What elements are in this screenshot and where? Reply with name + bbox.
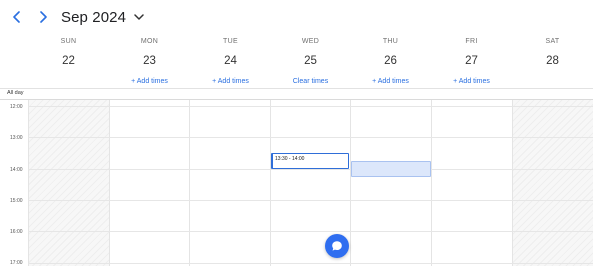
day-date: 23 [143, 55, 156, 67]
chevron-down-icon [134, 14, 144, 20]
day-name: FRI [465, 38, 478, 45]
day-header-thu: THU 26 + Add times [350, 37, 431, 86]
next-week-button[interactable] [34, 8, 52, 26]
day-date: 26 [384, 55, 397, 67]
column-divider [512, 100, 513, 266]
chat-bubble-icon [332, 241, 342, 251]
time-label: 17:00 [10, 260, 23, 266]
hour-line [28, 231, 593, 232]
time-label: 14:00 [10, 167, 23, 173]
add-times-button[interactable]: + Add times [431, 77, 512, 86]
day-header-sat: SAT 28 [512, 37, 593, 68]
day-date: 28 [546, 55, 559, 67]
prev-week-button[interactable] [8, 8, 26, 26]
time-block-label: 13:30 - 14:00 [275, 156, 305, 162]
month-picker-button[interactable] [134, 11, 146, 23]
hover-time-block[interactable] [351, 161, 431, 177]
week-header: SUN 22 MON 23 + Add times TUE 24 + Add t… [28, 37, 593, 89]
all-day-row[interactable]: All day [0, 88, 593, 100]
day-header-sun: SUN 22 [28, 37, 109, 68]
clear-times-button[interactable]: Clear times [270, 77, 351, 86]
hour-line [28, 106, 593, 107]
day-name: THU [382, 38, 399, 45]
day-date: 24 [224, 55, 237, 67]
chat-button[interactable] [325, 234, 349, 258]
column-divider [28, 100, 29, 266]
time-label: 12:00 [10, 104, 23, 110]
weekend-column-sun [28, 100, 109, 266]
add-times-button[interactable]: + Add times [109, 77, 190, 86]
time-label: 13:00 [10, 135, 23, 141]
day-header-tue: TUE 24 + Add times [190, 37, 271, 86]
column-divider [350, 100, 351, 266]
weekend-column-sat [512, 100, 593, 266]
add-times-button[interactable]: + Add times [190, 77, 271, 86]
day-name: SUN [60, 38, 77, 45]
all-day-label: All day [7, 90, 24, 96]
chevron-right-icon [40, 11, 47, 23]
column-divider [431, 100, 432, 266]
add-times-button[interactable]: + Add times [350, 77, 431, 86]
day-name: MON [140, 38, 159, 45]
day-date: 22 [62, 55, 75, 67]
day-header-wed: WED 25 Clear times [270, 37, 351, 86]
column-divider [109, 100, 110, 266]
day-header-mon: MON 23 + Add times [109, 37, 190, 86]
column-divider [270, 100, 271, 266]
hour-line [28, 169, 593, 170]
time-grid[interactable]: 12:00 13:00 14:00 15:00 16:00 17:00 13:3… [0, 100, 593, 266]
column-divider [189, 100, 190, 266]
time-label: 15:00 [10, 198, 23, 204]
day-name: SAT [545, 38, 560, 45]
day-name: TUE [223, 38, 238, 45]
month-label[interactable]: Sep 2024 [61, 9, 126, 26]
day-date: 27 [465, 55, 478, 67]
day-name: WED [301, 38, 320, 45]
chevron-left-icon [13, 11, 20, 23]
time-label: 16:00 [10, 229, 23, 235]
hour-line [28, 137, 593, 138]
selected-time-block[interactable]: 13:30 - 14:00 [271, 153, 349, 169]
calendar-nav: Sep 2024 [8, 7, 146, 27]
hour-line [28, 200, 593, 201]
hour-line [28, 263, 593, 264]
day-date: 25 [304, 55, 317, 67]
day-header-fri: FRI 27 + Add times [431, 37, 512, 86]
